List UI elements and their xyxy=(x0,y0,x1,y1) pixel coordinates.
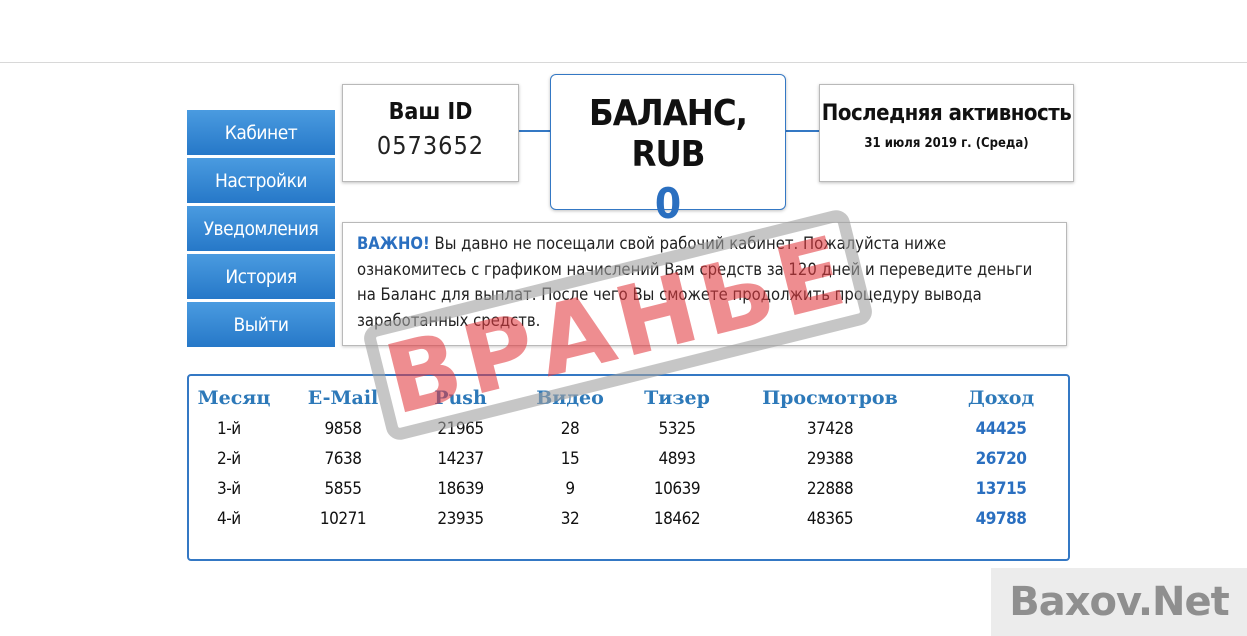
cell-email: 9858 xyxy=(324,419,362,439)
col-header-video: Видео xyxy=(536,387,604,409)
cell-push: 21965 xyxy=(437,419,484,439)
table-header-row: Месяц E-Mail Push Видео Тизер Просмотров… xyxy=(189,382,1070,414)
col-header-push: Push xyxy=(434,387,487,409)
table-row: 2-й 7638 14237 15 4893 29388 26720 xyxy=(189,444,1070,474)
connector-right xyxy=(784,130,820,132)
site-watermark: Baxov.Net xyxy=(991,568,1247,636)
last-activity-card: Последняя активность 31 июля 2019 г. (Ср… xyxy=(819,84,1074,182)
cell-income: 49788 xyxy=(975,509,1027,529)
cell-views: 22888 xyxy=(806,479,854,499)
table-row: 4-й 10271 23935 32 18462 48365 49788 xyxy=(189,504,1070,534)
balance-label: БАЛАНС, RUB xyxy=(589,93,748,175)
notice-important-label: ВАЖНО! xyxy=(357,234,430,253)
earnings-table: Месяц E-Mail Push Видео Тизер Просмотров… xyxy=(189,382,1070,534)
cell-video: 28 xyxy=(560,419,580,439)
cell-views: 29388 xyxy=(806,449,854,469)
cell-month: 2-й xyxy=(217,449,241,469)
sidebar-item-notifications[interactable]: Уведомления xyxy=(187,206,335,251)
cell-month: 3-й xyxy=(217,479,241,499)
connector-left xyxy=(517,130,551,132)
last-activity-label: Последняя активность xyxy=(821,101,1072,126)
cell-views: 48365 xyxy=(806,509,854,529)
cell-views: 37428 xyxy=(806,419,854,439)
cell-video: 32 xyxy=(560,509,580,529)
cell-teaser: 18462 xyxy=(653,509,701,529)
sidebar-item-logout[interactable]: Выйти xyxy=(187,302,335,347)
table-row: 1-й 9858 21965 28 5325 37428 44425 xyxy=(189,414,1070,444)
user-id-label: Ваш ID xyxy=(388,99,473,125)
col-header-email: E-Mail xyxy=(307,387,379,409)
cell-month: 4-й xyxy=(217,509,241,529)
balance-value: 0 xyxy=(654,179,682,228)
sidebar: Кабинет Настройки Уведомления История Вы… xyxy=(187,110,335,350)
col-header-month: Месяц xyxy=(197,387,271,409)
sidebar-item-history[interactable]: История xyxy=(187,254,335,299)
important-notice: ВАЖНО! Вы давно не посещали свой рабочий… xyxy=(342,222,1067,346)
user-id-card: Ваш ID 0573652 xyxy=(342,84,519,182)
cell-email: 5855 xyxy=(324,479,362,499)
balance-card: БАЛАНС, RUB 0 xyxy=(550,74,786,228)
cell-teaser: 4893 xyxy=(658,449,696,469)
cell-income: 26720 xyxy=(975,449,1027,469)
col-header-teaser: Тизер xyxy=(644,387,710,409)
col-header-income: Доход xyxy=(967,387,1035,409)
cell-video: 15 xyxy=(560,449,580,469)
cell-email: 7638 xyxy=(324,449,362,469)
cell-income: 44425 xyxy=(975,419,1027,439)
sidebar-item-settings[interactable]: Настройки xyxy=(187,158,335,203)
cell-push: 14237 xyxy=(437,449,484,469)
col-header-views: Просмотров xyxy=(762,387,898,409)
sidebar-item-cabinet[interactable]: Кабинет xyxy=(187,110,335,155)
top-divider xyxy=(0,62,1247,63)
earnings-table-panel: Месяц E-Mail Push Видео Тизер Просмотров… xyxy=(187,374,1070,561)
cell-push: 18639 xyxy=(437,479,484,499)
notice-text: Вы давно не посещали свой рабочий кабине… xyxy=(357,234,1033,330)
cell-income: 13715 xyxy=(975,479,1027,499)
cell-month: 1-й xyxy=(217,419,241,439)
cell-video: 9 xyxy=(565,479,575,499)
cell-push: 23935 xyxy=(437,509,484,529)
table-row: 3-й 5855 18639 9 10639 22888 13715 xyxy=(189,474,1070,504)
cell-email: 10271 xyxy=(319,509,367,529)
user-id-value: 0573652 xyxy=(376,131,485,160)
cell-teaser: 10639 xyxy=(653,479,701,499)
last-activity-value: 31 июля 2019 г. (Среда) xyxy=(864,136,1029,151)
cell-teaser: 5325 xyxy=(658,419,696,439)
